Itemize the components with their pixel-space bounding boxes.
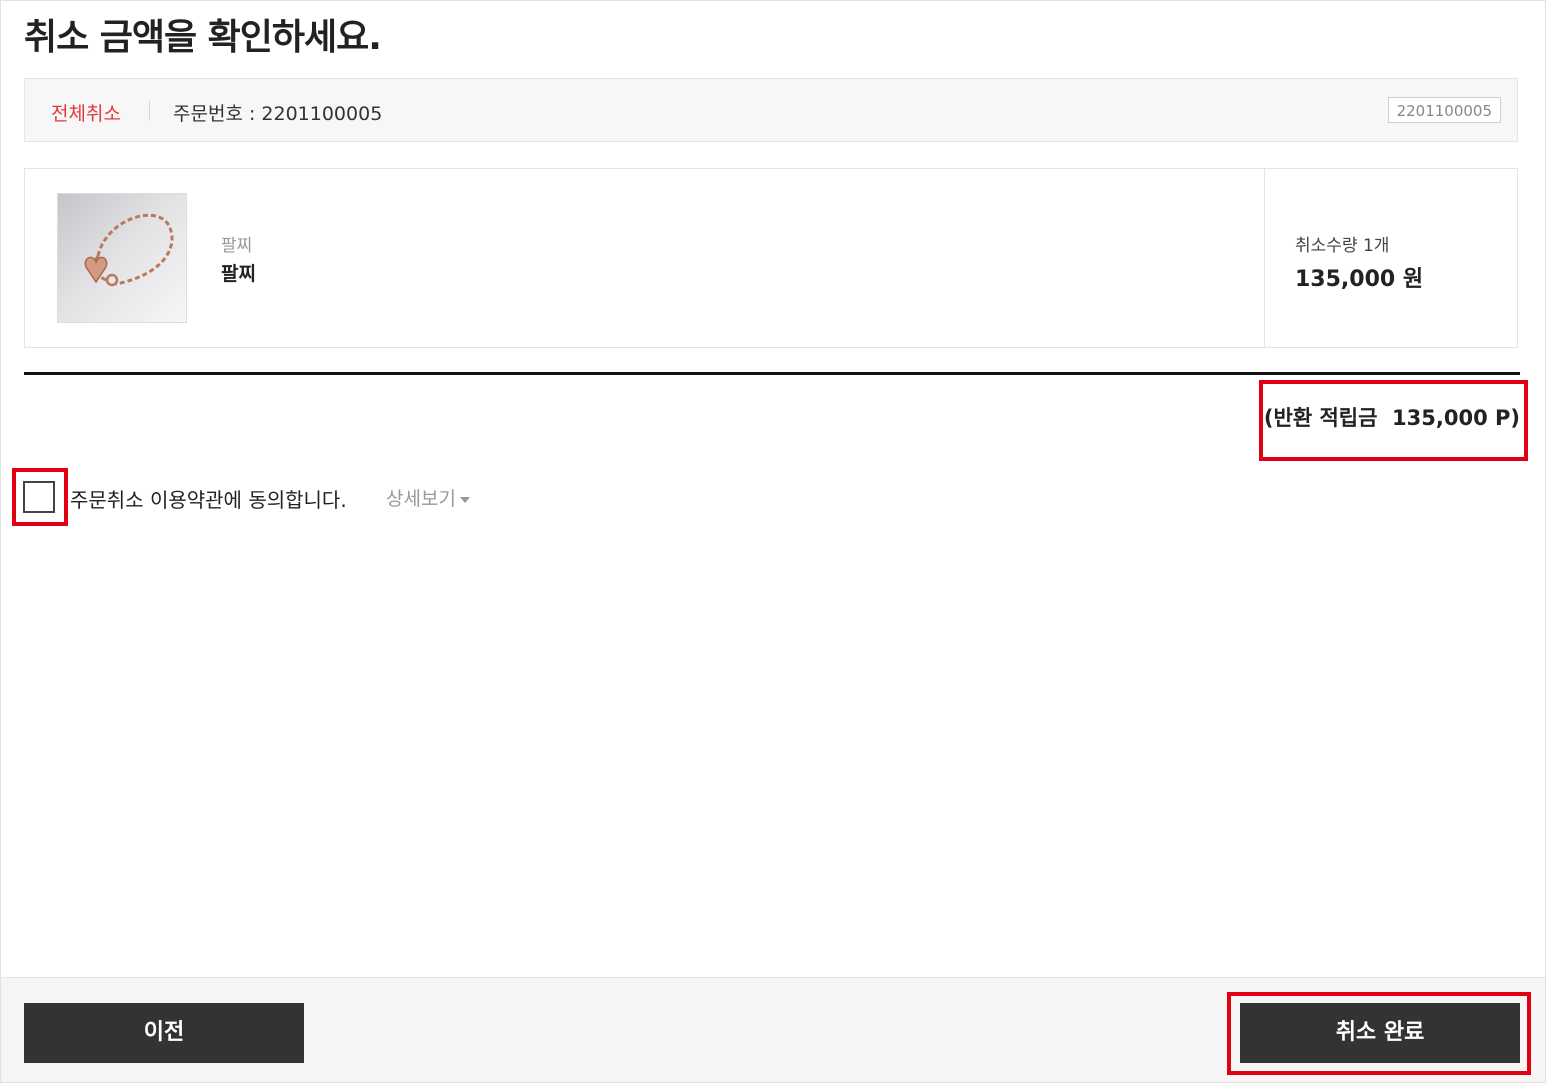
order-info-bar: 전체취소 주문번호 : 2201100005 2201100005	[24, 78, 1518, 142]
product-summary: 취소수량 1개 135,000 원	[1264, 169, 1517, 347]
page-frame	[0, 0, 1546, 1083]
order-number: 주문번호 : 2201100005	[173, 103, 383, 125]
order-type-label: 전체취소	[51, 103, 121, 125]
product-thumbnail	[57, 193, 187, 323]
terms-detail-link[interactable]: 상세보기	[386, 484, 470, 511]
bracelet-image-icon	[58, 194, 186, 322]
section-divider	[24, 372, 1520, 375]
caret-down-icon	[459, 496, 470, 503]
page-title: 취소 금액을 확인하세요.	[24, 17, 382, 58]
divider	[149, 101, 150, 121]
cancel-quantity: 취소수량 1개	[1295, 236, 1390, 256]
product-price: 135,000 원	[1295, 267, 1424, 292]
terms-detail-label: 상세보기	[386, 488, 456, 510]
agree-label: 주문취소 이용약관에 동의합니다.	[70, 488, 347, 512]
refund-highlight-box	[1259, 380, 1528, 461]
product-category: 팔찌	[221, 236, 253, 256]
product-row: 팔찌 팔찌 취소수량 1개 135,000 원	[24, 168, 1518, 348]
prev-button[interactable]: 이전	[24, 1003, 304, 1063]
product-name: 팔찌	[221, 263, 256, 285]
order-number-badge[interactable]: 2201100005	[1387, 97, 1501, 123]
checkbox-highlight-box	[12, 468, 68, 526]
complete-highlight-box	[1227, 992, 1531, 1075]
